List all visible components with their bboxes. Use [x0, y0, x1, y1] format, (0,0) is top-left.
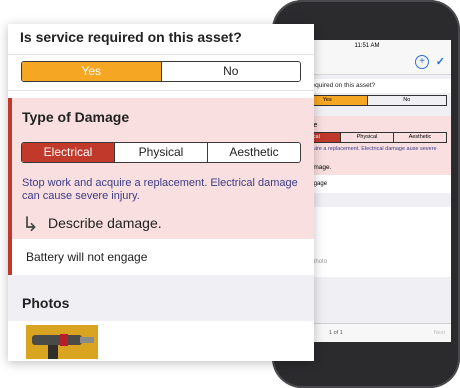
damage-aesthetic-option[interactable]: Aesthetic: [207, 143, 300, 162]
drill-chuck-shape: [80, 337, 94, 343]
drill-body-shape: [32, 335, 82, 345]
phone-no-option[interactable]: No: [366, 96, 447, 105]
damage-electrical-option[interactable]: Electrical: [22, 143, 114, 162]
phone-physical-option[interactable]: Physical: [340, 133, 393, 142]
photos-row: [8, 321, 314, 361]
checkmark-icon[interactable]: ✓: [436, 55, 445, 68]
describe-damage-value[interactable]: Battery will not engage: [12, 239, 314, 275]
phone-aesthetic-option[interactable]: Aesthetic: [393, 133, 446, 142]
photo-thumbnail-drill[interactable]: [26, 325, 98, 359]
damage-segmented-control[interactable]: Electrical Physical Aesthetic: [21, 142, 301, 163]
damage-title: Type of Damage: [22, 109, 130, 125]
describe-damage-label: Describe damage.: [48, 215, 162, 231]
damage-physical-option[interactable]: Physical: [114, 143, 207, 162]
photos-title: Photos: [22, 295, 70, 311]
service-question: Is service required on this asset?: [8, 24, 314, 55]
add-icon[interactable]: +: [415, 55, 429, 69]
service-segment-row: Yes No: [8, 55, 314, 91]
form-panel: Is service required on this asset? Yes N…: [8, 24, 314, 361]
service-yes-option[interactable]: Yes: [22, 62, 161, 81]
drill-red-band-shape: [60, 334, 68, 346]
damage-segment-row: Electrical Physical Aesthetic: [8, 142, 314, 163]
damage-section: Type of Damage Electrical Physical Aesth…: [8, 98, 314, 275]
subitem-arrow-icon: ↳: [22, 214, 39, 236]
phone-page-indicator: 1 of 1: [329, 330, 343, 336]
service-no-option[interactable]: No: [160, 62, 300, 81]
service-segmented-control[interactable]: Yes No: [21, 61, 301, 82]
drill-grip-shape: [48, 345, 58, 359]
photos-section: Photos: [8, 275, 314, 361]
phone-next-button[interactable]: Next: [434, 330, 445, 336]
damage-warning-text: Stop work and acquire a replacement. Ele…: [22, 177, 298, 202]
